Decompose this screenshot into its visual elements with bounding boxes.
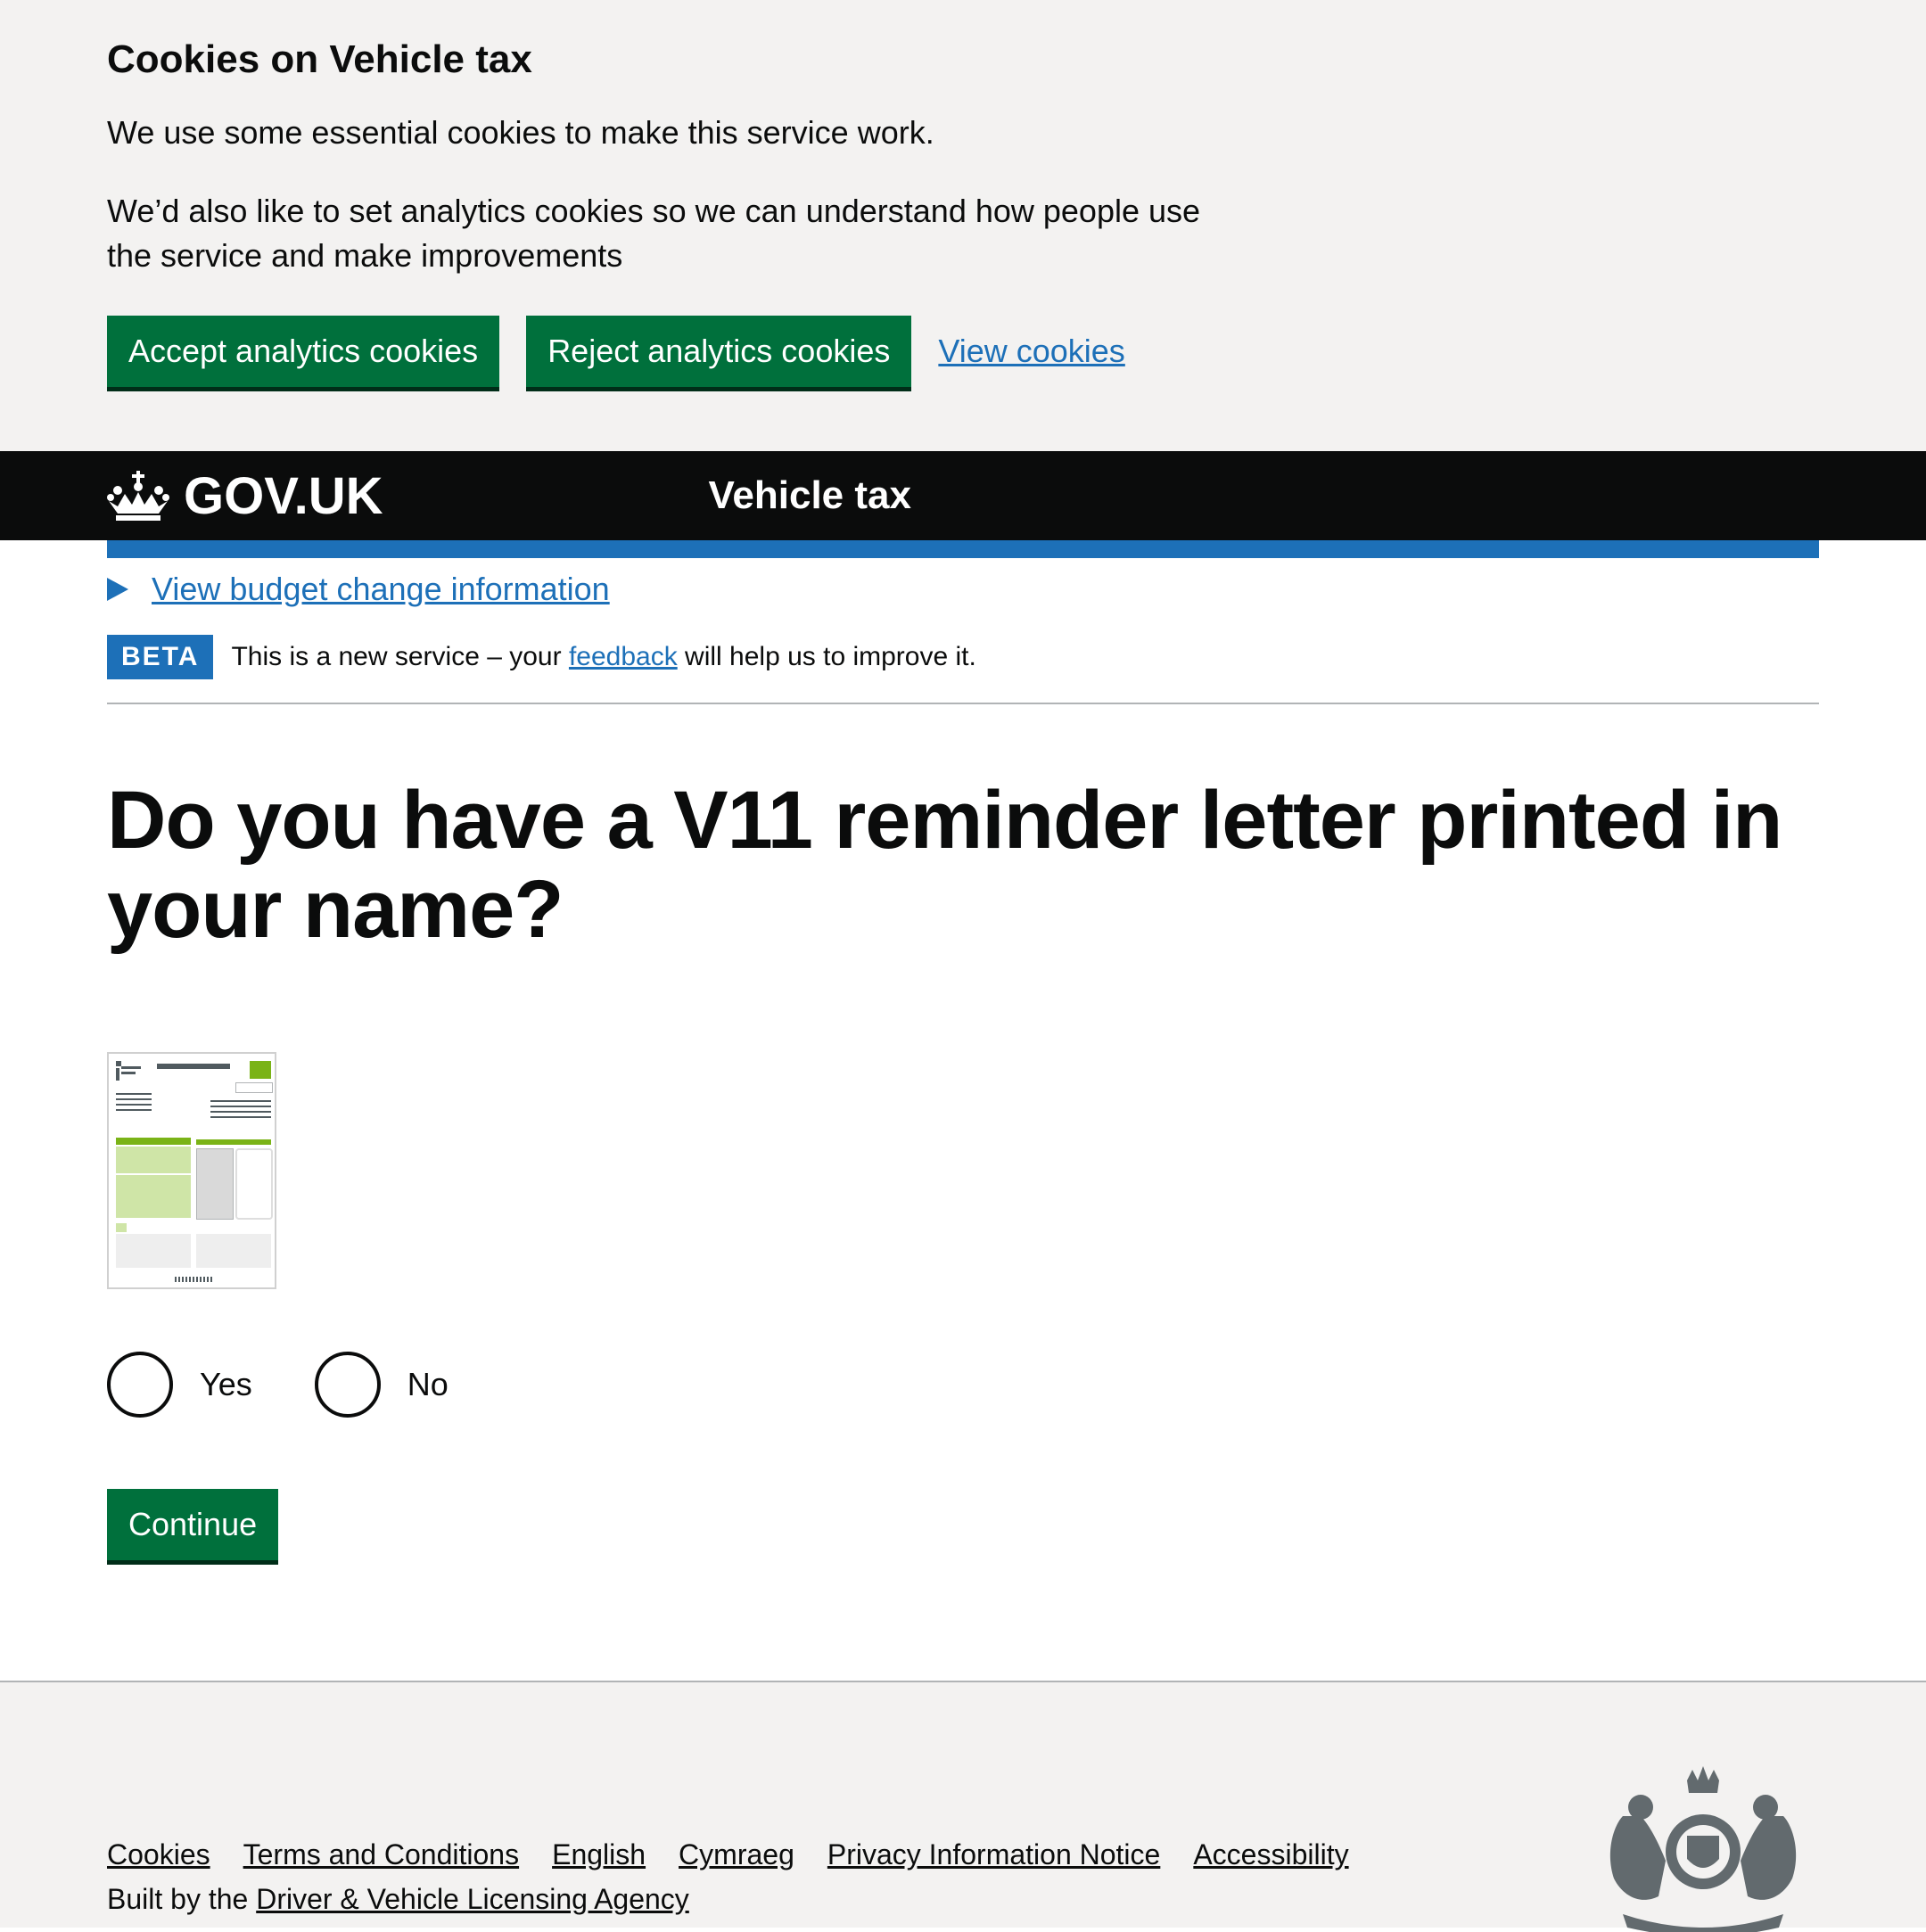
radio-no-label[interactable]: No	[407, 1366, 449, 1403]
radio-no-input[interactable]	[314, 1352, 381, 1418]
cookie-banner-analytics-text: We’d also like to set analytics cookies …	[107, 193, 1201, 274]
cookie-banner-essential-text: We use some essential cookies to make th…	[107, 114, 934, 151]
budget-change-link[interactable]: View budget change information	[152, 571, 610, 608]
site-footer: Cookies Terms and Conditions English Cym…	[0, 1681, 1926, 1932]
feedback-link[interactable]: feedback	[569, 642, 678, 671]
beta-tag: BETA	[107, 635, 214, 679]
built-by-prefix: Built by the	[107, 1883, 257, 1915]
footer-link-accessibility[interactable]: Accessibility	[1193, 1838, 1348, 1871]
govuk-logo-link[interactable]: GOV.UK	[184, 466, 383, 526]
radio-option-yes[interactable]: Yes	[107, 1352, 252, 1418]
footer-link-cymraeg[interactable]: Cymraeg	[679, 1838, 794, 1871]
footer-built-by: Built by the Driver & Vehicle Licensing …	[107, 1883, 689, 1916]
view-cookies-link[interactable]: View cookies	[938, 333, 1124, 370]
accept-analytics-cookies-button[interactable]: Accept analytics cookies	[107, 316, 500, 387]
cookie-banner-actions: Accept analytics cookies Reject analytic…	[107, 316, 1819, 387]
phase-banner: BETA This is a new service – your feedba…	[107, 635, 1819, 704]
page-title: Do you have a V11 reminder letter printe…	[107, 775, 1782, 955]
phase-text-before: This is a new service – your	[231, 642, 569, 671]
footer-links: Cookies Terms and Conditions English Cym…	[107, 1838, 1382, 1871]
phase-text-after: will help us to improve it.	[677, 642, 976, 671]
site-header: GOV.UK Vehicle tax	[0, 451, 1926, 540]
header-blue-bar	[107, 540, 1819, 558]
footer-link-privacy[interactable]: Privacy Information Notice	[827, 1838, 1160, 1871]
phase-banner-text: This is a new service – your feedback wi…	[231, 642, 975, 672]
radio-option-no[interactable]: No	[314, 1352, 449, 1418]
footer-link-english[interactable]: English	[552, 1838, 646, 1871]
footer-link-cookies[interactable]: Cookies	[107, 1838, 210, 1871]
budget-change-details[interactable]: View budget change information	[107, 571, 1819, 608]
v11-letter-image	[107, 1052, 276, 1289]
footer-link-terms[interactable]: Terms and Conditions	[243, 1838, 519, 1871]
cookie-banner-title: Cookies on Vehicle tax	[107, 37, 532, 81]
royal-coat-of-arms-icon	[1609, 1766, 1797, 1932]
reject-analytics-cookies-button[interactable]: Reject analytics cookies	[526, 316, 912, 387]
dvla-link[interactable]: Driver & Vehicle Licensing Agency	[256, 1883, 689, 1915]
cookie-banner: Cookies on Vehicle tax We use some essen…	[0, 0, 1926, 451]
continue-button[interactable]: Continue	[107, 1489, 279, 1560]
crown-icon	[107, 471, 169, 521]
radio-yes-label[interactable]: Yes	[200, 1366, 252, 1403]
radio-yes-input[interactable]	[107, 1352, 173, 1418]
radio-group: Yes No	[107, 1352, 1819, 1418]
service-name[interactable]: Vehicle tax	[708, 473, 910, 518]
expand-triangle-icon	[107, 578, 128, 601]
